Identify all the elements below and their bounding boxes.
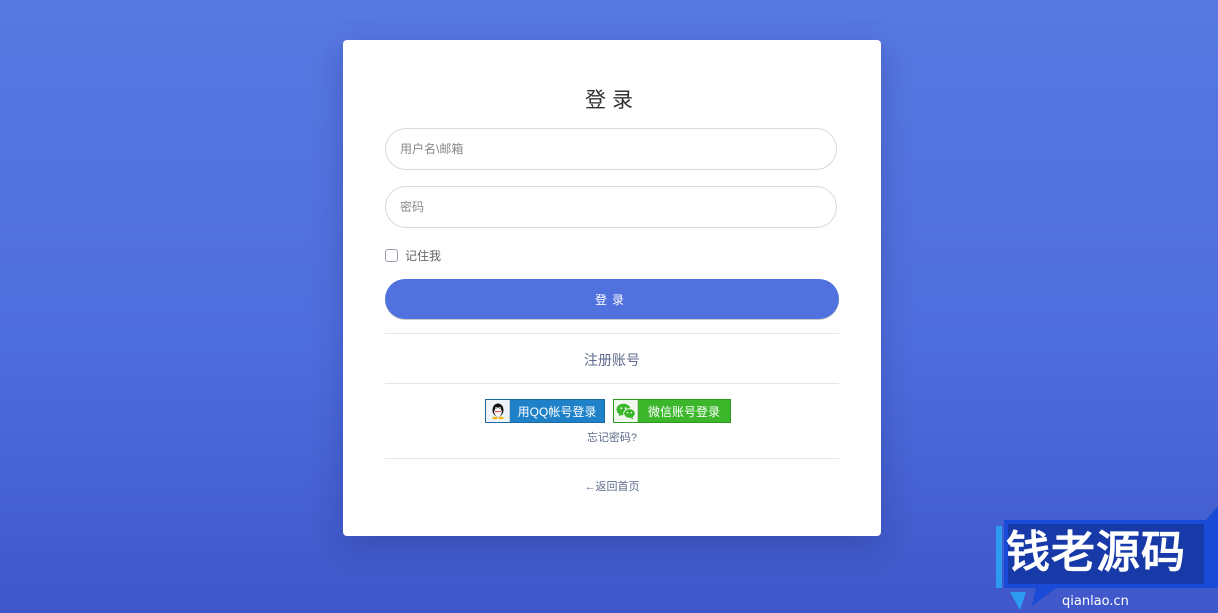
page-title: 登录 (585, 89, 639, 112)
password-input[interactable] (385, 186, 837, 228)
login-card: 登录 记住我 登录 注册账号 用QQ帐号登录 (343, 40, 881, 536)
remember-me[interactable]: 记住我 (385, 247, 441, 264)
wechat-login-button[interactable]: 微信账号登录 (613, 399, 731, 423)
divider (385, 333, 839, 334)
remember-checkbox[interactable] (385, 249, 398, 262)
qq-login-button[interactable]: 用QQ帐号登录 (485, 399, 605, 423)
back-home-link[interactable]: ←返回首页 (343, 478, 881, 494)
qq-penguin-icon (486, 400, 510, 422)
username-input[interactable] (385, 128, 837, 170)
wechat-icon (614, 400, 638, 422)
wechat-login-label: 微信账号登录 (647, 404, 720, 419)
watermark-badge: 钱老源码 qianlao.cn (996, 506, 1218, 613)
forgot-password-link[interactable]: 忘记密码? (343, 429, 881, 445)
remember-label: 记住我 (405, 249, 442, 263)
register-link[interactable]: 注册账号 (343, 350, 881, 370)
divider (385, 458, 839, 459)
qq-login-label: 用QQ帐号登录 (517, 404, 597, 419)
watermark-domain: qianlao.cn (1062, 594, 1129, 609)
divider (385, 383, 839, 384)
watermark-brand: 钱老源码 (1006, 527, 1186, 578)
login-button[interactable]: 登录 (385, 279, 839, 319)
